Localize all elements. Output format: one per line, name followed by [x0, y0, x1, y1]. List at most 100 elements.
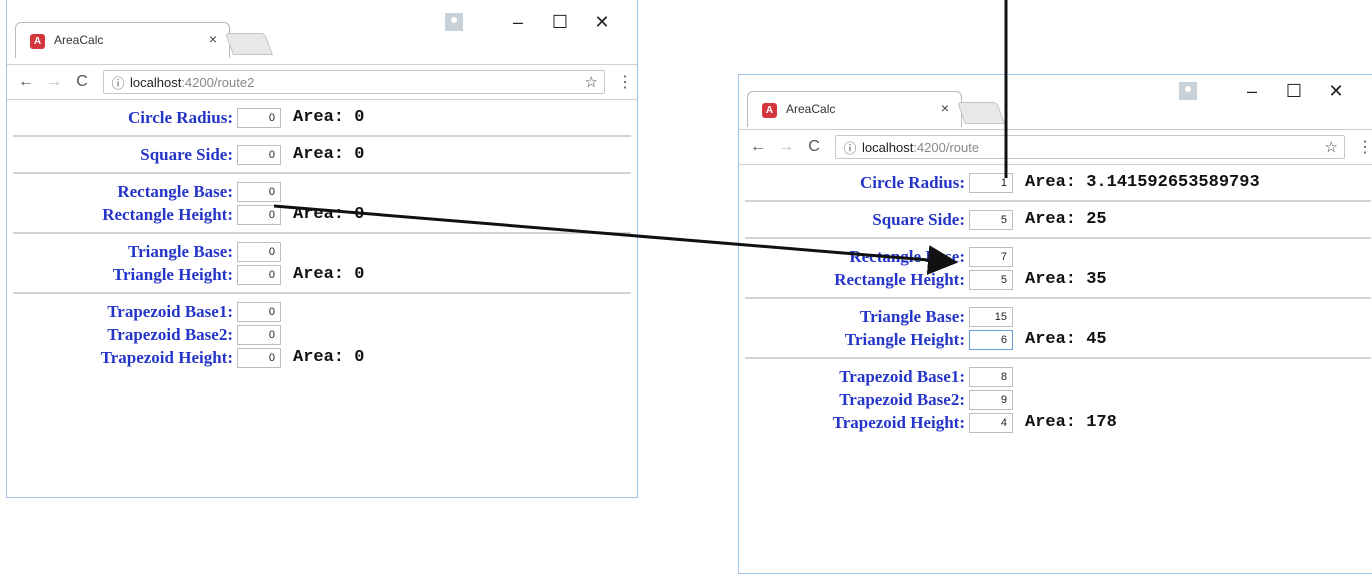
back-arrow-icon[interactable]: ←: [749, 138, 767, 156]
trapezoid-height-input[interactable]: 0: [237, 347, 281, 368]
triangle-base-input[interactable]: 0: [237, 241, 281, 262]
square-area-output: Area: 0: [293, 145, 364, 164]
angular-favicon-icon: A: [30, 34, 45, 49]
triangle-height-label: Triangle Height:: [112, 264, 233, 284]
close-window-button[interactable]: ✕: [581, 12, 623, 33]
url-host: localhost: [862, 139, 914, 155]
area-value: 0: [354, 348, 365, 367]
angular-favicon-icon: A: [762, 103, 777, 118]
rectangle-base-input[interactable]: 0: [237, 181, 281, 202]
info-icon[interactable]: ⓘ: [110, 73, 126, 92]
browser-toolbar: ← → C ⓘ localhost :4200/route2 ☆ ⋮: [7, 64, 637, 100]
rectangle-area-output: Area: 0: [293, 205, 364, 224]
circle-area-output: Area: 0: [293, 108, 364, 127]
browser-window-route: A AreaCalc × – ☐ ✕ ← → C ⓘ localhost :42…: [738, 74, 1372, 574]
minimize-button[interactable]: –: [497, 12, 539, 33]
trapezoid-base2-label: Trapezoid Base2:: [107, 324, 233, 344]
circle-section: Circle Radius: 0 Area: 0: [13, 100, 631, 137]
bookmark-star-icon[interactable]: ☆: [585, 73, 598, 91]
triangle-section: Triangle Base: 15 Triangle Height: 6 Are…: [745, 299, 1371, 359]
browser-tab[interactable]: A AreaCalc ×: [15, 22, 230, 58]
minimize-button[interactable]: –: [1231, 81, 1273, 102]
triangle-height-label: Triangle Height:: [844, 329, 965, 349]
maximize-button[interactable]: ☐: [1273, 81, 1315, 102]
area-value: 0: [354, 145, 365, 164]
window-controls: – ☐ ✕: [445, 10, 623, 34]
tab-close-icon[interactable]: ×: [941, 100, 949, 116]
new-tab-button[interactable]: [224, 33, 274, 55]
circle-radius-label: Circle Radius:: [860, 172, 965, 192]
triangle-section: Triangle Base: 0 Triangle Height: 0 Area…: [13, 234, 631, 294]
square-area-output: Area: 25: [1025, 210, 1107, 229]
url-path: :4200/route2: [181, 74, 255, 90]
maximize-button[interactable]: ☐: [539, 12, 581, 33]
square-section: Square Side: 0 Area: 0: [13, 137, 631, 174]
triangle-height-input[interactable]: 6: [969, 329, 1013, 350]
square-side-label: Square Side:: [872, 209, 965, 229]
rectangle-section: Rectangle Base: 0 Rectangle Height: 0 Ar…: [13, 174, 631, 234]
circle-section: Circle Radius: 1 Area: 3.141592653589793: [745, 165, 1371, 202]
circle-area-output: Area: 3.141592653589793: [1025, 173, 1260, 192]
area-label: Area:: [293, 348, 345, 367]
back-arrow-icon[interactable]: ←: [17, 73, 35, 91]
browser-menu-icon[interactable]: ⋮: [617, 72, 633, 92]
triangle-base-label: Triangle Base:: [128, 241, 233, 261]
area-value: 0: [354, 205, 365, 224]
area-calc-form: Circle Radius: 0 Area: 0 Square Side: 0 …: [7, 100, 637, 375]
bookmark-star-icon[interactable]: ☆: [1325, 138, 1338, 156]
rectangle-height-label: Rectangle Height:: [834, 269, 965, 289]
trapezoid-base2-input[interactable]: 0: [237, 324, 281, 345]
square-side-input[interactable]: 5: [969, 209, 1013, 230]
trapezoid-base1-label: Trapezoid Base1:: [107, 301, 233, 321]
forward-arrow-icon[interactable]: →: [777, 138, 795, 156]
circle-radius-input[interactable]: 1: [969, 172, 1013, 193]
new-tab-button[interactable]: [956, 102, 1006, 124]
browser-menu-icon[interactable]: ⋮: [1357, 137, 1372, 157]
triangle-base-label: Triangle Base:: [860, 306, 965, 326]
user-profile-icon[interactable]: [1179, 82, 1197, 100]
trapezoid-base1-input[interactable]: 8: [969, 366, 1013, 387]
tab-close-icon[interactable]: ×: [209, 31, 217, 47]
area-label: Area:: [1025, 210, 1077, 229]
trapezoid-base1-input[interactable]: 0: [237, 301, 281, 322]
area-label: Area:: [1025, 413, 1077, 432]
rectangle-height-label: Rectangle Height:: [102, 204, 233, 224]
forward-arrow-icon[interactable]: →: [45, 73, 63, 91]
reload-icon[interactable]: C: [73, 73, 91, 91]
browser-window-route2: A AreaCalc × – ☐ ✕ ← → C ⓘ localhost :42…: [6, 0, 638, 498]
address-bar[interactable]: ⓘ localhost :4200/route ☆: [835, 135, 1345, 159]
tab-title: AreaCalc: [54, 33, 104, 47]
trapezoid-height-label: Trapezoid Height:: [832, 412, 965, 432]
reload-icon[interactable]: C: [805, 138, 823, 156]
title-bar: A AreaCalc × – ☐ ✕: [7, 0, 637, 64]
triangle-base-input[interactable]: 15: [969, 306, 1013, 327]
area-label: Area:: [1025, 173, 1077, 192]
square-section: Square Side: 5 Area: 25: [745, 202, 1371, 239]
rectangle-base-label: Rectangle Base:: [849, 246, 965, 266]
address-bar[interactable]: ⓘ localhost :4200/route2 ☆: [103, 70, 605, 94]
trapezoid-base1-label: Trapezoid Base1:: [839, 366, 965, 386]
close-window-button[interactable]: ✕: [1315, 81, 1357, 102]
area-label: Area:: [1025, 270, 1077, 289]
window-controls: – ☐ ✕: [1179, 79, 1357, 103]
rectangle-base-label: Rectangle Base:: [117, 181, 233, 201]
area-value: 3.141592653589793: [1086, 173, 1260, 192]
area-label: Area:: [1025, 330, 1077, 349]
rectangle-height-input[interactable]: 5: [969, 269, 1013, 290]
circle-radius-input[interactable]: 0: [237, 107, 281, 128]
square-side-input[interactable]: 0: [237, 144, 281, 165]
trapezoid-height-input[interactable]: 4: [969, 412, 1013, 433]
triangle-height-input[interactable]: 0: [237, 264, 281, 285]
trapezoid-base2-input[interactable]: 9: [969, 389, 1013, 410]
rectangle-area-output: Area: 35: [1025, 270, 1107, 289]
circle-radius-label: Circle Radius:: [128, 107, 233, 127]
trapezoid-area-output: Area: 178: [1025, 413, 1117, 432]
rectangle-height-input[interactable]: 0: [237, 204, 281, 225]
browser-tab[interactable]: A AreaCalc ×: [747, 91, 962, 127]
trapezoid-height-label: Trapezoid Height:: [100, 347, 233, 367]
rectangle-base-input[interactable]: 7: [969, 246, 1013, 267]
title-bar: A AreaCalc × – ☐ ✕: [739, 75, 1372, 129]
user-profile-icon[interactable]: [445, 13, 463, 31]
info-icon[interactable]: ⓘ: [842, 138, 858, 157]
area-label: Area:: [293, 145, 345, 164]
